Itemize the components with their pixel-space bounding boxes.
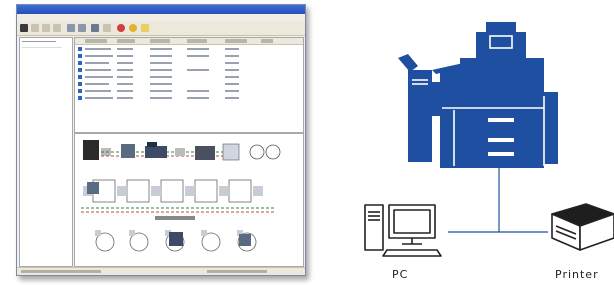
toolbar-icon (78, 24, 86, 32)
column-header (225, 39, 247, 43)
table-row (75, 53, 303, 59)
window-statusbar (17, 267, 305, 275)
office-map-drawing (81, 140, 281, 252)
window-controls (279, 6, 303, 21)
tree-item (22, 41, 56, 42)
window-menubar (17, 14, 305, 22)
table-row (75, 67, 303, 73)
list-column-headers (75, 38, 303, 45)
column-header (85, 39, 107, 43)
toolbar-icon (42, 24, 50, 32)
toolbar-icon (129, 24, 137, 32)
device-list (74, 37, 304, 133)
toolbar-icon (20, 24, 28, 32)
app-screenshot (16, 4, 306, 276)
table-row (75, 81, 303, 87)
toolbar-icon (141, 24, 149, 32)
device-tree-pane (19, 37, 73, 267)
copier-icon (398, 22, 558, 168)
network-diagram: PC Printer (340, 0, 614, 285)
column-header (187, 39, 207, 43)
table-row (75, 46, 303, 52)
column-header (117, 39, 135, 43)
pc-icon (364, 204, 442, 257)
window-titlebar (17, 5, 305, 21)
window-toolbar (17, 22, 305, 36)
column-header (150, 39, 170, 43)
network-diagram-drawing (364, 22, 614, 257)
office-map (74, 133, 304, 267)
toolbar-icon (91, 24, 99, 32)
table-row (75, 88, 303, 94)
toolbar-icon (31, 24, 39, 32)
toolbar-icon (103, 24, 111, 32)
column-header (261, 39, 273, 43)
pc-label: PC (392, 268, 409, 281)
toolbar-icon (53, 24, 61, 32)
table-row (75, 60, 303, 66)
figure: PC Printer (0, 0, 614, 285)
tree-item (22, 47, 62, 48)
table-row (75, 95, 303, 101)
status-segment (207, 270, 267, 273)
status-segment (21, 270, 101, 273)
printer-icon (551, 203, 614, 251)
table-row (75, 74, 303, 80)
network-connection-lines (448, 165, 548, 233)
printer-label: Printer (555, 268, 599, 281)
toolbar-icon (67, 24, 75, 32)
toolbar-icon (117, 24, 125, 32)
